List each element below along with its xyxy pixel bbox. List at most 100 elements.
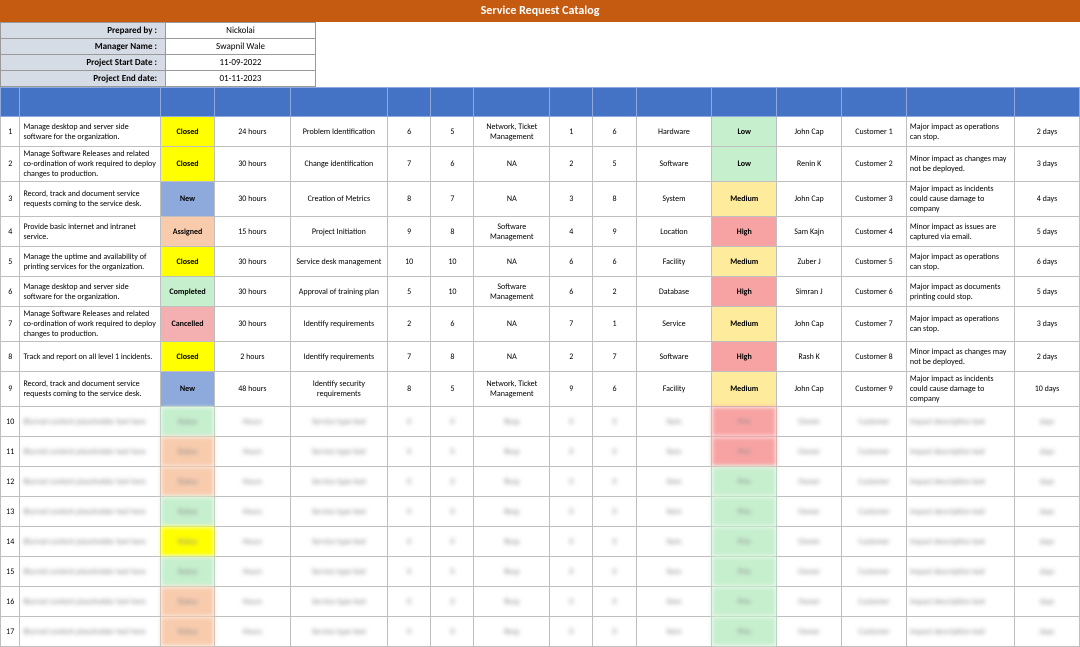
cell-blurred: Resp	[474, 617, 550, 647]
row-number: 14	[1, 527, 20, 557]
cell-blurred: Owner	[777, 437, 842, 467]
cell-blurred: 0	[388, 407, 431, 437]
cell-customer: Customer 3	[842, 182, 907, 217]
cell-critical: 8	[431, 342, 474, 372]
cell-blurred: Prio	[712, 587, 777, 617]
cell-sla: 2 days	[1014, 117, 1079, 147]
cell-blurred: Impact description text	[906, 617, 1014, 647]
cell-blurred: Owner	[777, 557, 842, 587]
cell-blurred: Item	[636, 617, 712, 647]
cell-priority: High	[712, 342, 777, 372]
cell-owner: Rash K	[777, 342, 842, 372]
table-row: 7Manage Software Releases and related co…	[1, 307, 1080, 342]
cell-blurred: Status	[161, 527, 215, 557]
cell-blurred: days	[1014, 407, 1079, 437]
cell-blurred: Impact description text	[906, 497, 1014, 527]
cell-availability: 2 hours	[215, 342, 291, 372]
meta-start-value: 11-09-2022	[166, 55, 316, 71]
cell-blurred: 0	[388, 617, 431, 647]
cell-blurred: Status	[161, 587, 215, 617]
table-row-blurred: 16Blurred content placeholder text hereS…	[1, 587, 1080, 617]
cell-blurred: days	[1014, 527, 1079, 557]
column-header: Priority	[712, 88, 777, 117]
cell-volume: 9	[593, 217, 636, 247]
cell-description: Manage Software Releases and related co-…	[20, 147, 161, 182]
cell-ci: Facility	[636, 247, 712, 277]
cell-blurred: Customer	[842, 407, 907, 437]
cell-owner: John Cap	[777, 182, 842, 217]
catalog-grid: NoService DescriptionStatusAvailabilityS…	[0, 87, 1080, 647]
column-header: Critical	[431, 88, 474, 117]
cell-blurred: Hours	[215, 557, 291, 587]
row-number: 17	[1, 617, 20, 647]
cell-description: Manage Software Releases and related co-…	[20, 307, 161, 342]
cell-decision: 4	[550, 217, 593, 247]
cell-blurred: 0	[431, 617, 474, 647]
cell-blurred: Status	[161, 467, 215, 497]
row-number: 4	[1, 217, 20, 247]
cell-blurred: Impact description text	[906, 527, 1014, 557]
cell-responsible: Network, Ticket Management	[474, 372, 550, 407]
cell-sla: 3 days	[1014, 307, 1079, 342]
cell-responsible: Software Management	[474, 277, 550, 307]
cell-volume: 2	[593, 277, 636, 307]
cell-volume: 7	[593, 342, 636, 372]
cell-critical: 6	[431, 307, 474, 342]
cell-decision: 7	[550, 307, 593, 342]
cell-customer: Customer 1	[842, 117, 907, 147]
cell-blurred: Prio	[712, 617, 777, 647]
column-header: Configuration Item	[636, 88, 712, 117]
cell-volume: 1	[593, 307, 636, 342]
table-row: 5Manage the uptime and availability of p…	[1, 247, 1080, 277]
cell-business-hours: 2	[388, 307, 431, 342]
column-header: Responsible	[474, 88, 550, 117]
cell-description: Record, track and document service reque…	[20, 372, 161, 407]
table-row: 6Manage desktop and server side software…	[1, 277, 1080, 307]
cell-critical: 6	[431, 147, 474, 182]
cell-impact: Minor impact as changes may not be deplo…	[906, 147, 1014, 182]
cell-service-type: Identify requirements	[290, 307, 387, 342]
cell-impact: Major impact as incidents could cause da…	[906, 372, 1014, 407]
cell-priority: Low	[712, 117, 777, 147]
cell-priority: Low	[712, 147, 777, 182]
cell-ci: Hardware	[636, 117, 712, 147]
cell-critical: 7	[431, 182, 474, 217]
cell-ci: Database	[636, 277, 712, 307]
cell-blurred: 0	[431, 497, 474, 527]
row-number: 3	[1, 182, 20, 217]
row-number: 16	[1, 587, 20, 617]
cell-customer: Customer 7	[842, 307, 907, 342]
cell-sla: 2 days	[1014, 342, 1079, 372]
row-number: 12	[1, 467, 20, 497]
cell-blurred: Customer	[842, 497, 907, 527]
meta-prepared-value: Nickolai	[166, 23, 316, 39]
table-row-blurred: 17Blurred content placeholder text hereS…	[1, 617, 1080, 647]
cell-critical: 8	[431, 217, 474, 247]
cell-sla: 10 days	[1014, 372, 1079, 407]
cell-blurred: 0	[550, 467, 593, 497]
table-row-blurred: 14Blurred content placeholder text hereS…	[1, 527, 1080, 557]
column-header: SLA	[1014, 88, 1079, 117]
cell-ci: System	[636, 182, 712, 217]
table-row-blurred: 15Blurred content placeholder text hereS…	[1, 557, 1080, 587]
cell-availability: 48 hours	[215, 372, 291, 407]
cell-blurred: Prio	[712, 557, 777, 587]
cell-blurred: days	[1014, 437, 1079, 467]
cell-impact: Major impact as operations can stop.	[906, 117, 1014, 147]
cell-status: Assigned	[161, 217, 215, 247]
cell-blurred: Resp	[474, 407, 550, 437]
cell-status: New	[161, 182, 215, 217]
row-number: 6	[1, 277, 20, 307]
row-number: 8	[1, 342, 20, 372]
cell-blurred: Blurred content placeholder text here	[20, 617, 161, 647]
column-header: Service type	[290, 88, 387, 117]
cell-blurred: 0	[431, 437, 474, 467]
meta-manager-value: Swapnil Wale	[166, 39, 316, 55]
cell-critical: 10	[431, 277, 474, 307]
cell-decision: 9	[550, 372, 593, 407]
cell-blurred: Blurred content placeholder text here	[20, 587, 161, 617]
cell-blurred: Item	[636, 587, 712, 617]
row-number: 7	[1, 307, 20, 342]
cell-customer: Customer 8	[842, 342, 907, 372]
cell-blurred: Service type text	[290, 437, 387, 467]
